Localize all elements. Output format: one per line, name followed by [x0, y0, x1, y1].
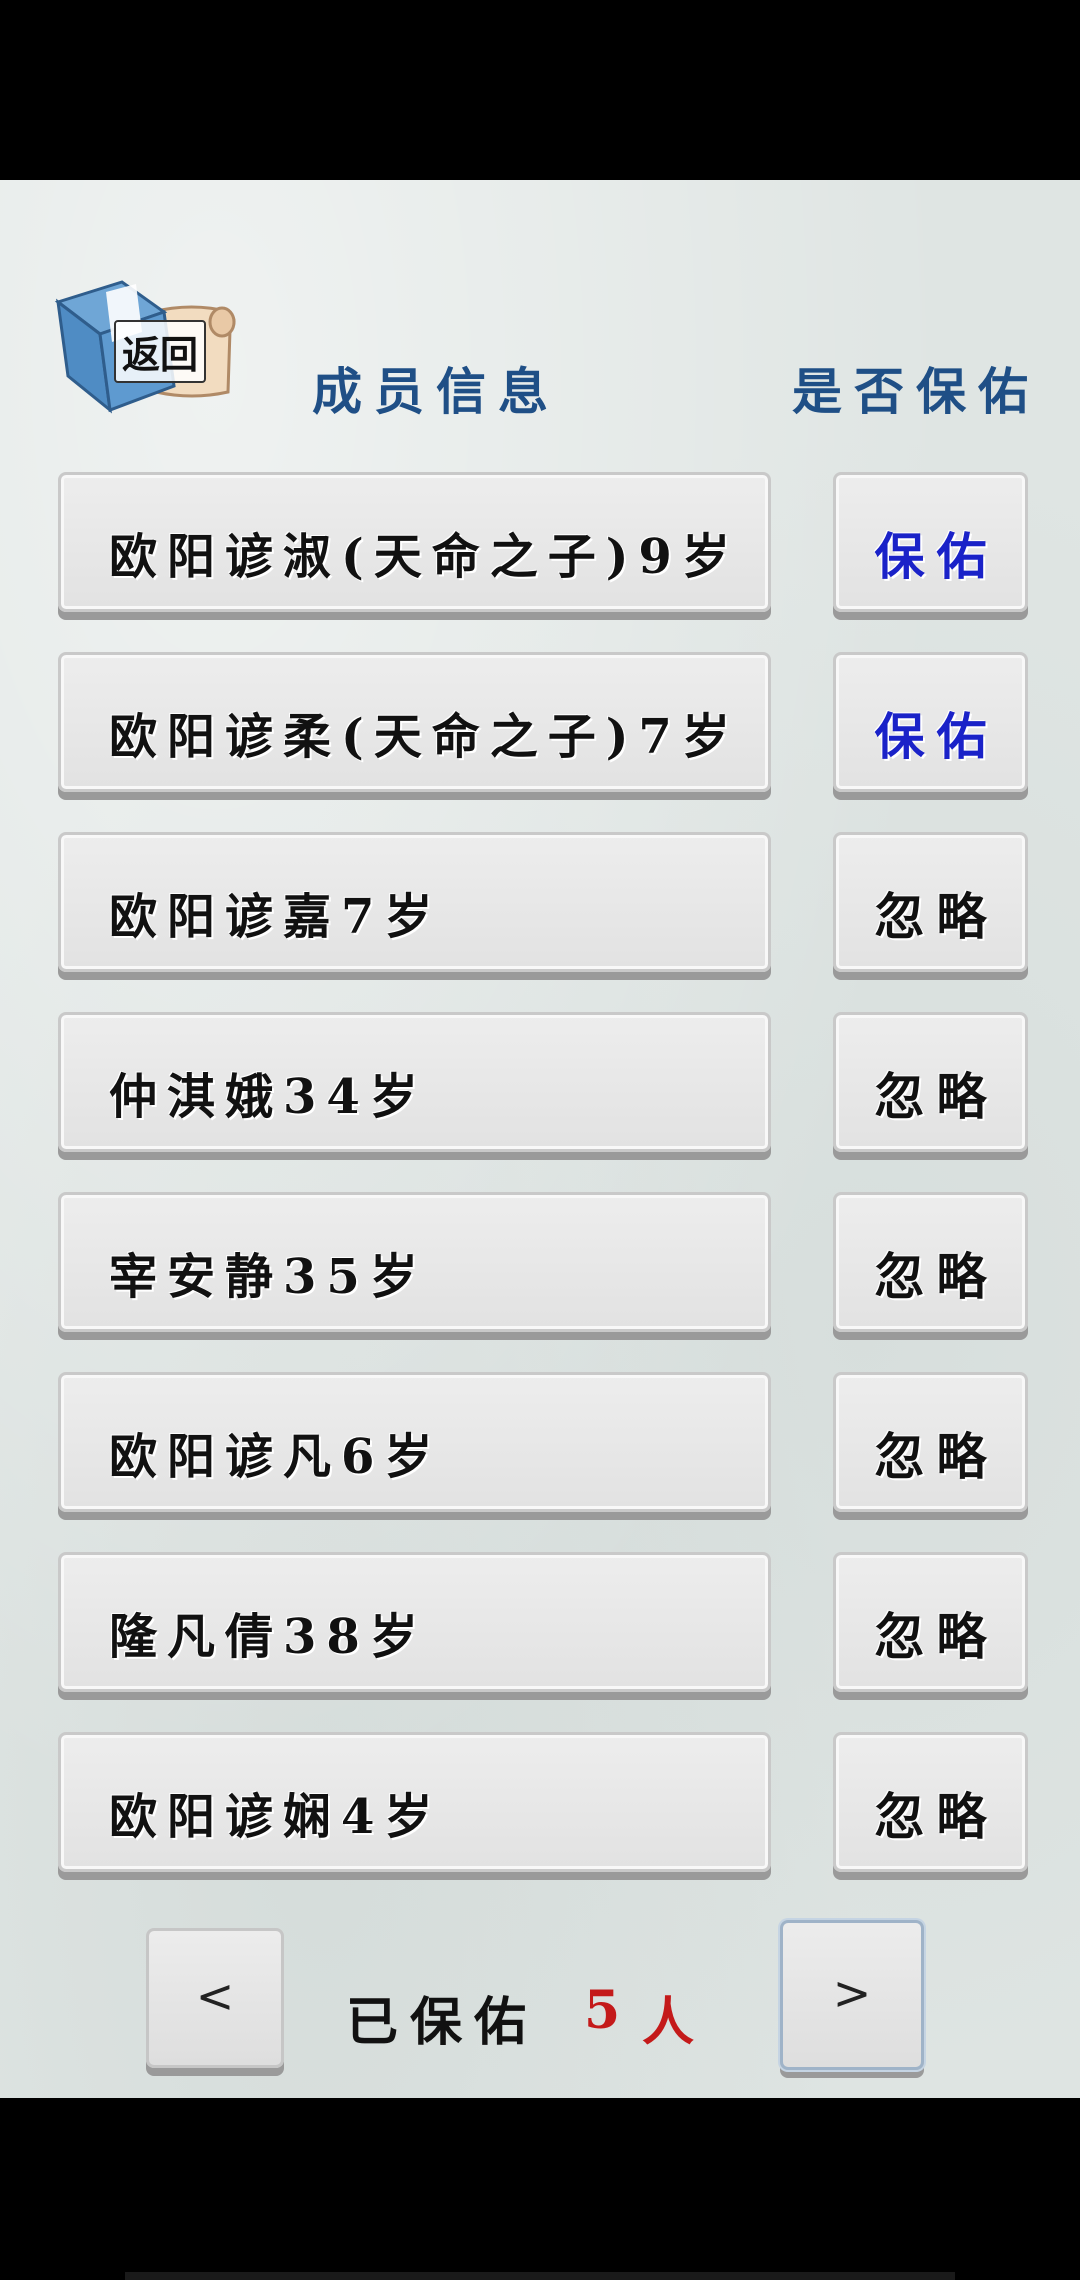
member-row: 隆凡倩38岁 忽略 [58, 1552, 1028, 1700]
member-card: 宰安静35岁 [58, 1192, 771, 1332]
protect-toggle-button[interactable]: 忽略 [833, 1732, 1028, 1872]
protect-toggle-button[interactable]: 保佑 [833, 472, 1028, 612]
protect-toggle-button[interactable]: 忽略 [833, 1192, 1028, 1332]
nav-gesture-indicator [125, 2272, 955, 2280]
member-row: 欧阳谚淑(天命之子)9岁 保佑 [58, 472, 1028, 620]
protect-toggle-button[interactable]: 忽略 [833, 832, 1028, 972]
member-row: 欧阳谚柔(天命之子)7岁 保佑 [58, 652, 1028, 800]
member-name: 仲淇娥34岁 [109, 1069, 428, 1125]
protect-status-label: 忽略 [874, 1787, 999, 1846]
protected-count-value: 5 [584, 1980, 633, 2041]
protected-count-unit: 人 [642, 1992, 707, 2053]
prev-page-button[interactable]: < [146, 1928, 284, 2068]
member-row: 欧阳谚娴4岁 忽略 [58, 1732, 1028, 1880]
member-card: 欧阳谚柔(天命之子)7岁 [58, 652, 771, 792]
family-protect-screen: 返回 成员信息 是否保佑 欧阳谚淑(天命之子)9岁 保佑 欧阳谚柔(天命之子)7… [0, 180, 1080, 2098]
protect-question-header: 是否保佑 [792, 362, 1040, 421]
member-card: 欧阳谚淑(天命之子)9岁 [58, 472, 771, 612]
protected-count-label: 已保佑 [346, 1992, 539, 2053]
member-card: 欧阳谚凡6岁 [58, 1372, 771, 1512]
protect-status-label: 忽略 [874, 1427, 999, 1486]
protect-toggle-button[interactable]: 忽略 [833, 1372, 1028, 1512]
member-name: 隆凡倩38岁 [109, 1609, 428, 1665]
member-card: 欧阳谚嘉7岁 [58, 832, 771, 972]
protect-status-label: 忽略 [874, 887, 999, 946]
protect-status-label: 忽略 [874, 1607, 999, 1666]
protect-status-label: 保佑 [874, 527, 999, 586]
back-button[interactable]: 返回 [52, 272, 242, 422]
member-card: 隆凡倩38岁 [58, 1552, 771, 1692]
next-page-button[interactable]: > [780, 1920, 924, 2070]
protect-status-label: 忽略 [874, 1247, 999, 1306]
member-name: 欧阳谚柔(天命之子)7岁 [109, 709, 740, 765]
protect-toggle-button[interactable]: 忽略 [833, 1552, 1028, 1692]
member-row: 宰安静35岁 忽略 [58, 1192, 1028, 1340]
member-name: 欧阳谚淑(天命之子)9岁 [109, 529, 740, 585]
member-card: 仲淇娥34岁 [58, 1012, 771, 1152]
member-name: 欧阳谚娴4岁 [109, 1789, 443, 1845]
status-bar [0, 0, 1080, 180]
back-label: 返回 [114, 320, 207, 383]
member-name: 宰安静35岁 [109, 1249, 428, 1305]
member-row: 仲淇娥34岁 忽略 [58, 1012, 1028, 1160]
member-name: 欧阳谚嘉7岁 [109, 889, 443, 945]
member-row: 欧阳谚嘉7岁 忽略 [58, 832, 1028, 980]
protect-toggle-button[interactable]: 保佑 [833, 652, 1028, 792]
navigation-bar [0, 2098, 1080, 2280]
member-card: 欧阳谚娴4岁 [58, 1732, 771, 1872]
protect-status-label: 忽略 [874, 1067, 999, 1126]
member-info-header: 成员信息 [312, 362, 560, 421]
protect-status-label: 保佑 [874, 707, 999, 766]
member-name: 欧阳谚凡6岁 [109, 1429, 443, 1485]
protect-toggle-button[interactable]: 忽略 [833, 1012, 1028, 1152]
member-row: 欧阳谚凡6岁 忽略 [58, 1372, 1028, 1520]
